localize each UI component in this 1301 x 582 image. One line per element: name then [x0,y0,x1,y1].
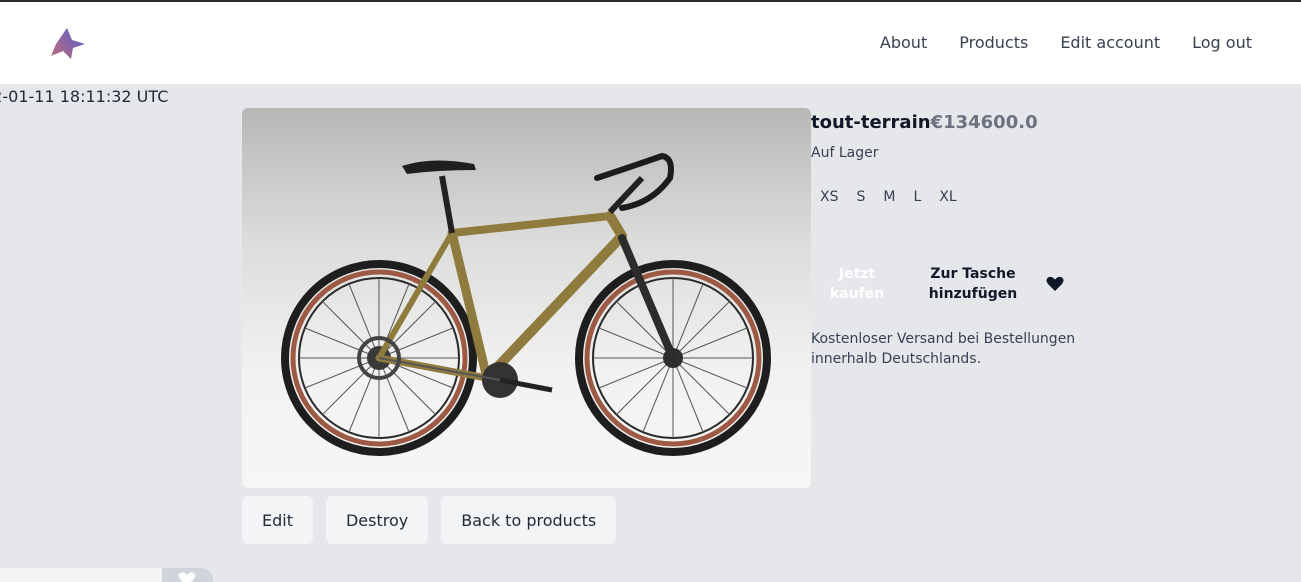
product-actions: Edit Destroy Back to products [242,496,617,544]
handlebar [594,152,674,211]
stock-status: Auf Lager [811,145,879,161]
logo-link[interactable] [48,26,88,62]
product-info: tout-terrain €134600.0 Auf Lager XS S M … [811,112,1081,367]
nav-edit-account[interactable]: Edit account [1060,33,1160,53]
buy-now-button[interactable]: Jetzt kaufen [811,264,903,304]
edit-button[interactable]: Edit [242,496,313,544]
title-row: tout-terrain €134600.0 [811,112,1081,133]
timestamp: 22-01-11 18:11:32 UTC [0,87,169,106]
purchase-row: Jetzt kaufen Zur Tasche hinzufügen [811,264,1065,304]
star-logo-icon [51,28,85,59]
product-title: tout-terrain [811,112,931,133]
size-selector: XS S M L XL [811,185,1081,209]
product-image [242,108,811,488]
destroy-button[interactable]: Destroy [325,496,429,544]
nav-about[interactable]: About [880,33,927,53]
size-option-xs[interactable]: XS [811,185,847,209]
size-option-s[interactable]: S [847,185,874,209]
saddle [402,160,476,174]
shipping-note: Kostenloser Versand bei Bestellungen inn… [811,331,1076,367]
product-price: €134600.0 [930,112,1038,133]
main-nav: About Products Edit account Log out [880,33,1252,53]
product-card-preview [0,568,162,582]
size-option-m[interactable]: M [874,185,904,209]
size-option-xl[interactable]: XL [930,185,965,209]
size-option-l[interactable]: L [904,185,930,209]
heart-icon[interactable] [1045,274,1065,294]
heart-icon [178,572,196,582]
add-to-bag-button[interactable]: Zur Tasche hinzufügen [903,264,1043,304]
back-to-products-button[interactable]: Back to products [441,496,617,544]
seatpost [439,175,455,234]
nav-logout[interactable]: Log out [1192,33,1252,53]
nav-products[interactable]: Products [959,33,1028,53]
bicycle-illustration [281,152,771,456]
site-header: About Products Edit account Log out [0,2,1301,84]
